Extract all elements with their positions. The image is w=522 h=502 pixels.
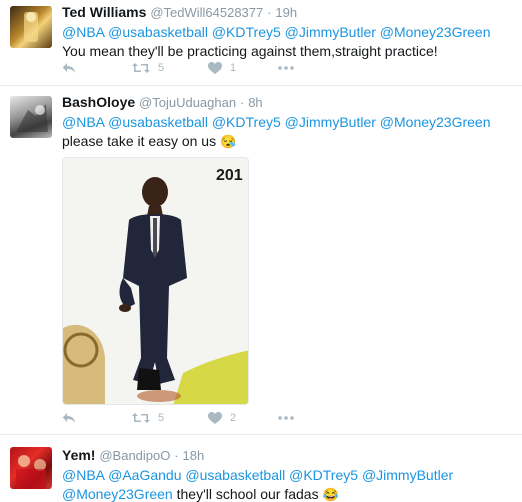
retweet-icon [132,63,150,73]
tweet-feed: Ted Williams @TedWill64528377 · 19h @NBA… [0,0,522,502]
mention-link[interactable]: @KDTrey5 [289,467,358,483]
heart-icon [208,62,222,74]
tweet-header: BashOloye @TojuUduaghan · 8h [62,92,510,112]
heart-icon [208,412,222,424]
tweet-text: @NBA @usabasketball @KDTrey5 @JimmyButle… [62,23,510,61]
retweet-count: 5 [158,62,165,74]
emoji-sleepy: 😪 [220,134,237,149]
separator: · [239,95,245,110]
mention-link[interactable]: @JimmyButler [285,114,376,130]
mention-link[interactable]: @NBA [62,467,104,483]
tweet-body-text: they'll school our fadas [176,486,319,502]
mention-link[interactable]: @KDTrey5 [212,24,281,40]
tweet-actions: 5 1 [62,58,294,78]
like-count: 2 [230,412,237,424]
user-name[interactable]: Ted Williams [62,4,146,20]
tweet-header: Yem! @BandipoO · 18h [62,445,510,465]
mention-link[interactable]: @NBA [62,24,104,40]
like-button[interactable]: 2 [208,408,278,428]
tweet-content: Ted Williams @TedWill64528377 · 19h @NBA… [62,2,510,61]
tweet-body-text: You mean they'll be practicing against t… [62,43,438,59]
tweet-body-text: please take it easy on us [62,133,217,149]
reply-button[interactable] [62,58,132,78]
avatar[interactable] [10,6,52,48]
more-button[interactable] [278,408,294,428]
mention-link[interactable]: @usabasketball [185,467,285,483]
mention-link[interactable]: @NBA [62,114,104,130]
mention-link[interactable]: @usabasketball [108,24,208,40]
mention-link[interactable]: @KDTrey5 [212,114,281,130]
more-icon [278,416,294,420]
mention-link[interactable]: @Money23Green [380,114,491,130]
more-button[interactable] [278,58,294,78]
like-button[interactable]: 1 [208,58,278,78]
tweet[interactable]: BashOloye @TojuUduaghan · 8h @NBA @usaba… [0,86,522,435]
retweet-button[interactable]: 5 [132,408,208,428]
mention-link[interactable]: @AaGandu [108,467,181,483]
retweet-count: 5 [158,412,165,424]
retweet-icon [132,413,150,423]
user-handle[interactable]: @TojuUduaghan [139,95,236,110]
mention-link[interactable]: @JimmyButler [362,467,453,483]
mention-link[interactable]: @JimmyButler [285,24,376,40]
retweet-button[interactable]: 5 [132,58,208,78]
tweet[interactable]: Yem! @BandipoO · 18h @NBA @AaGandu @usab… [0,435,522,502]
separator: · [174,448,179,463]
mention-link[interactable]: @usabasketball [108,114,208,130]
tweet-actions: 5 2 [62,408,294,428]
tweet-media-image[interactable]: 201 [62,157,249,405]
tweet-text: @NBA @usabasketball @KDTrey5 @JimmyButle… [62,113,510,151]
reply-icon [62,63,75,73]
media-year-text: 201 [216,167,243,184]
tweet[interactable]: Ted Williams @TedWill64528377 · 19h @NBA… [0,0,522,86]
avatar[interactable] [10,447,52,489]
tweet-text: @NBA @AaGandu @usabasketball @KDTrey5 @J… [62,466,510,502]
separator: · [267,5,272,20]
like-count: 1 [230,62,237,74]
reply-icon [62,413,75,423]
emoji-laughing: 😂 [322,487,339,502]
mention-link[interactable]: @Money23Green [380,24,491,40]
tweet-content: Yem! @BandipoO · 18h @NBA @AaGandu @usab… [62,445,510,502]
user-handle[interactable]: @TedWill64528377 [150,5,263,20]
timestamp[interactable]: 19h [275,5,297,20]
media-photo: 201 [63,158,248,404]
user-name[interactable]: Yem! [62,447,95,463]
timestamp[interactable]: 8h [248,95,262,110]
user-name[interactable]: BashOloye [62,94,135,110]
tweet-content: BashOloye @TojuUduaghan · 8h @NBA @usaba… [62,92,510,405]
avatar[interactable] [10,96,52,138]
reply-button[interactable] [62,408,132,428]
user-handle[interactable]: @BandipoO [99,448,170,463]
timestamp[interactable]: 18h [183,448,205,463]
mention-link[interactable]: @Money23Green [62,486,173,502]
tweet-header: Ted Williams @TedWill64528377 · 19h [62,2,510,22]
more-icon [278,66,294,70]
